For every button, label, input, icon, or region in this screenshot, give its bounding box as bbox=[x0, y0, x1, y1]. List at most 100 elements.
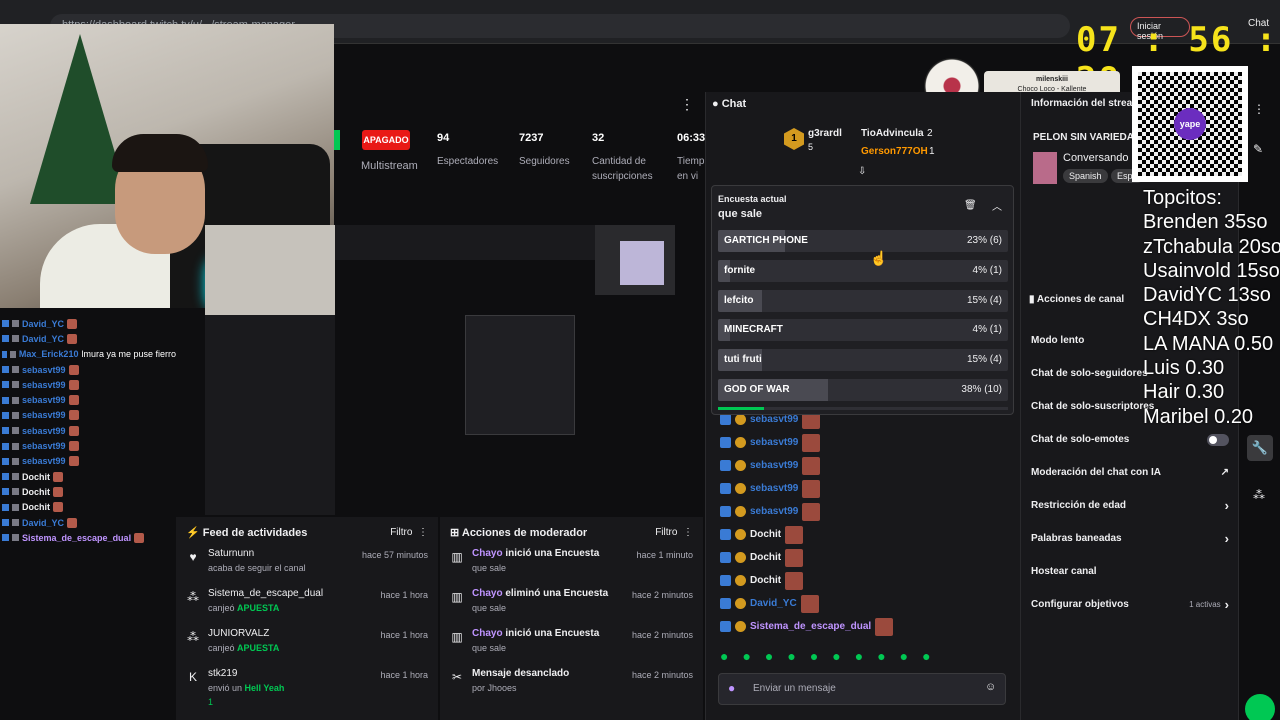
poll-option[interactable]: tuti fruti 15% (4) bbox=[718, 349, 1008, 372]
chat-message[interactable]: sebasvt99 bbox=[706, 431, 1006, 454]
chat-message[interactable]: David_YC bbox=[706, 592, 1006, 615]
badge-icon bbox=[2, 396, 9, 404]
mod-item[interactable]: ✂ Mensaje desanclado por Jhooes hace 2 minu… bbox=[440, 667, 703, 707]
wrench-icon[interactable]: 🔧 bbox=[1247, 435, 1273, 461]
chat-input[interactable]: Enviar un mensaje bbox=[718, 673, 1006, 705]
feed-item[interactable]: Kstk219 envió un Hell Yeah 1 hace 1 hora bbox=[176, 667, 438, 707]
overlay-chat-line: Sistema_de_escape_dual bbox=[0, 530, 176, 545]
chat-message[interactable]: sebasvt99 bbox=[706, 500, 1006, 523]
rail-edit-icon[interactable]: ✎ bbox=[1253, 142, 1263, 156]
emote-icon bbox=[53, 471, 63, 482]
channel-action-control[interactable]: › bbox=[1225, 498, 1229, 513]
unpin-icon: ✂ bbox=[451, 670, 463, 684]
mod-item-time: hace 2 minutos bbox=[631, 590, 693, 600]
mod-more-icon[interactable]: ⋮ bbox=[683, 527, 693, 538]
streamer-hair bbox=[112, 134, 208, 172]
chat-message[interactable]: sebasvt99 bbox=[706, 477, 1006, 500]
pin-icon[interactable]: ⇩ bbox=[858, 166, 866, 177]
mod-filter-button[interactable]: Filtro bbox=[655, 527, 677, 538]
poll-option-percent: 15% (4) bbox=[966, 294, 1002, 306]
channel-action-control[interactable]: ↗ bbox=[1221, 467, 1229, 478]
toggle-switch[interactable] bbox=[1207, 433, 1229, 446]
feed-item[interactable]: ♥ Saturnunn acaba de seguir el canal hace 5… bbox=[176, 547, 438, 587]
chat-username[interactable]: Dochit bbox=[750, 575, 781, 586]
badge-icon bbox=[12, 366, 19, 374]
channel-action[interactable]: Restricción de edad › bbox=[1021, 489, 1239, 522]
chat-username[interactable]: Dochit bbox=[750, 529, 781, 540]
chat-title: ● Chat bbox=[712, 98, 747, 110]
chat-username[interactable]: David_YC bbox=[750, 598, 797, 609]
poll-option[interactable]: GARTICH PHONE 23% (6) bbox=[718, 230, 1008, 252]
overlay-chat-user: sebasvt99 bbox=[22, 456, 66, 467]
mod-item[interactable]: ▥ Chayo eliminó una Encuesta que sale hace … bbox=[440, 587, 703, 627]
more-options-icon[interactable]: ⋮ bbox=[680, 96, 694, 113]
leader-2-name[interactable]: TioAdvincula bbox=[861, 128, 924, 139]
channel-action[interactable]: Moderación del chat con IA ↗ bbox=[1021, 456, 1239, 489]
poll-option[interactable]: lefcito 15% (4) bbox=[718, 289, 1008, 312]
trash-icon[interactable]: 🗑 bbox=[964, 200, 977, 211]
emote-picker-icon[interactable]: ☺ bbox=[985, 681, 996, 693]
chat-username[interactable]: sebasvt99 bbox=[750, 460, 798, 471]
feed-item[interactable]: ⁂ Sistema_de_escape_dual canjeó APUESTA hac… bbox=[176, 587, 438, 627]
top-donor-entry: Maribel 0.20 bbox=[1143, 405, 1254, 428]
channel-action-control[interactable]: 1 activas › bbox=[1189, 597, 1229, 612]
tag-spanish[interactable]: Spanish bbox=[1063, 169, 1108, 183]
chat-username[interactable]: sebasvt99 bbox=[750, 506, 798, 517]
channel-action-control[interactable] bbox=[1207, 433, 1229, 446]
poll-option[interactable]: fornite 4% (1) bbox=[718, 259, 1008, 282]
emote-icon bbox=[53, 502, 63, 513]
chat-username[interactable]: sebasvt99 bbox=[750, 437, 798, 448]
channel-action[interactable]: Configurar objetivos 1 activas › bbox=[1021, 588, 1239, 621]
poll-option[interactable]: MINECRAFT 4% (1) bbox=[718, 319, 1008, 342]
category-name[interactable]: Conversando bbox=[1063, 152, 1128, 164]
feed-filter-button[interactable]: Filtro bbox=[390, 527, 412, 538]
badge-icon bbox=[12, 335, 19, 343]
channel-action-label: Configurar objetivos bbox=[1031, 599, 1129, 610]
top-donors-title: Topcitos: bbox=[1143, 187, 1222, 209]
mod-item[interactable]: ▥ Chayo inició una Encuesta que sale hace 2… bbox=[440, 627, 703, 667]
rail-more-icon[interactable]: ⋮ bbox=[1253, 102, 1265, 116]
chat-message[interactable]: Dochit bbox=[706, 523, 1006, 546]
overlay-chat-user: David_YC bbox=[22, 333, 65, 344]
rail-share-icon[interactable]: ⁂ bbox=[1253, 488, 1265, 502]
help-icon[interactable] bbox=[1245, 694, 1275, 720]
emote-icon bbox=[785, 525, 804, 544]
chat-message[interactable]: Dochit bbox=[706, 569, 1006, 592]
chat-message[interactable]: Dochit bbox=[706, 546, 1006, 569]
badge-icon bbox=[735, 437, 746, 448]
chat-username[interactable]: Sistema_de_escape_dual bbox=[750, 621, 871, 632]
chat-message[interactable]: Sistema_de_escape_dual bbox=[706, 615, 1006, 638]
badge-icon bbox=[12, 457, 19, 465]
channel-action-control[interactable]: › bbox=[1225, 531, 1229, 546]
channel-action[interactable]: Hostear canal bbox=[1021, 555, 1239, 588]
feed-item-sub: acaba de seguir el canal bbox=[208, 563, 306, 573]
chat-username[interactable]: Dochit bbox=[750, 552, 781, 563]
badge-icon bbox=[720, 575, 731, 586]
chat-username[interactable]: sebasvt99 bbox=[750, 414, 798, 425]
chat-message[interactable]: sebasvt99 bbox=[706, 454, 1006, 477]
overlay-chat-line: Dochit bbox=[0, 469, 176, 484]
mic-icon[interactable]: ● bbox=[728, 681, 735, 695]
badge-icon bbox=[720, 460, 731, 471]
emote-bar[interactable]: ●●●●●●●●●● bbox=[720, 648, 945, 664]
feed-more-icon[interactable]: ⋮ bbox=[418, 527, 428, 538]
preview-webcam bbox=[205, 225, 335, 315]
badge-icon bbox=[2, 534, 9, 542]
status-badge[interactable]: APAGADO bbox=[362, 130, 410, 150]
leader-3-name[interactable]: Gerson777OH bbox=[861, 146, 928, 157]
badge-icon bbox=[2, 320, 9, 328]
feed-item[interactable]: ⁂ JUNIORVALZ canjeó APUESTA hace 1 hora bbox=[176, 627, 438, 667]
leader-1-name[interactable]: g3rardl bbox=[808, 128, 842, 139]
badge-icon bbox=[2, 411, 9, 419]
chat-username[interactable]: sebasvt99 bbox=[750, 483, 798, 494]
badge-icon bbox=[2, 335, 9, 343]
channel-action-label: Restricción de edad bbox=[1031, 500, 1127, 511]
poll-option[interactable]: GOD OF WAR 38% (10) bbox=[718, 379, 1008, 401]
collapse-icon[interactable]: ︿ bbox=[992, 198, 1002, 213]
badge-icon bbox=[735, 483, 746, 494]
channel-action[interactable]: Palabras baneadas › bbox=[1021, 522, 1239, 555]
stream-preview[interactable] bbox=[205, 225, 675, 515]
emote-icon bbox=[68, 395, 79, 406]
mod-item[interactable]: ▥ Chayo inició una Encuesta que sale hace 1… bbox=[440, 547, 703, 587]
poll-label: Encuesta actual bbox=[718, 194, 787, 204]
